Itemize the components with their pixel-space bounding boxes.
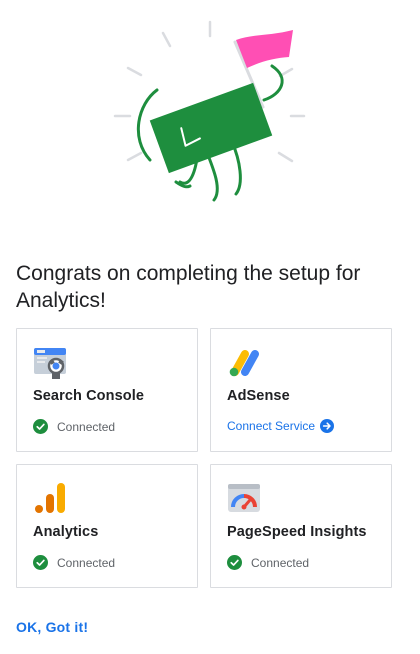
connect-service-link[interactable]: Connect Service bbox=[227, 419, 335, 433]
check-circle-icon bbox=[33, 555, 48, 570]
check-circle-icon bbox=[227, 555, 242, 570]
connection-status: Connected bbox=[33, 555, 115, 570]
service-card-adsense: AdSense Connect Service bbox=[210, 328, 392, 452]
analytics-icon bbox=[33, 481, 67, 515]
adsense-icon bbox=[227, 345, 261, 379]
service-card-analytics: Analytics Connected bbox=[16, 464, 198, 588]
service-name: PageSpeed Insights bbox=[227, 524, 367, 540]
arrow-right-circle-icon bbox=[320, 419, 335, 433]
pagespeed-insights-icon bbox=[227, 481, 261, 515]
status-label: Connected bbox=[57, 419, 116, 434]
page-title: Congrats on completing the setup for Ana… bbox=[16, 262, 361, 312]
service-card-search-console: Search Console Connected bbox=[16, 328, 198, 452]
service-name: AdSense bbox=[227, 388, 290, 404]
ok-got-it-button[interactable]: OK, Got it! bbox=[16, 619, 88, 635]
service-card-pagespeed-insights: PageSpeed Insights Connected bbox=[210, 464, 392, 588]
celebration-illustration bbox=[113, 20, 306, 202]
search-console-icon bbox=[33, 345, 67, 379]
service-name: Search Console bbox=[33, 388, 144, 404]
service-name: Analytics bbox=[33, 524, 99, 540]
status-label: Connected bbox=[251, 555, 310, 570]
connection-status: Connected bbox=[227, 555, 309, 570]
connection-status: Connected bbox=[33, 419, 115, 434]
check-circle-icon bbox=[33, 419, 48, 434]
connect-service-label: Connect Service bbox=[227, 419, 316, 433]
status-label: Connected bbox=[57, 555, 116, 570]
